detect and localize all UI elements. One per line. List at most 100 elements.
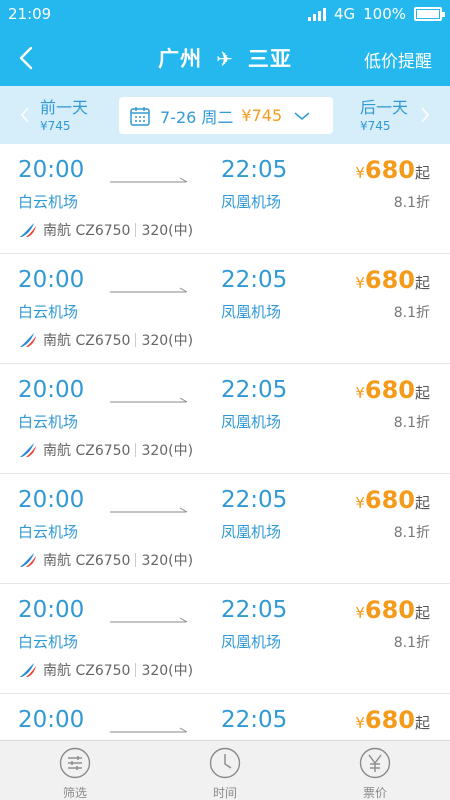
date-selector[interactable]: 7-26 周二 ¥745: [119, 97, 333, 134]
next-day-button[interactable]: 后一天 ¥745: [360, 94, 430, 133]
divider: [135, 663, 137, 677]
departure-airport: 白云机场: [18, 303, 79, 321]
price-suffix: 起: [414, 714, 430, 732]
calendar-icon: [130, 106, 150, 126]
price-amount: 680: [364, 596, 415, 624]
discount: 8.1折: [393, 635, 430, 651]
departure-airport: 白云机场: [18, 413, 79, 431]
bottom-tab-bar: 筛选 时间 票价: [0, 740, 450, 800]
price-amount: 680: [364, 706, 415, 734]
price-amount: 680: [364, 156, 415, 184]
prev-day-price: ¥745: [40, 119, 71, 133]
airline-flight-no: 南航 CZ6750: [43, 553, 131, 569]
price: ¥680起: [355, 486, 430, 514]
arrival-airport: 凤凰机场: [221, 193, 282, 211]
arrival-time: 22:05: [221, 597, 288, 623]
discount: 8.1折: [393, 525, 430, 541]
departure-time: 20:00: [18, 157, 85, 183]
arrival-airport: 凤凰机场: [221, 523, 282, 541]
flight-row[interactable]: 20:00 白云机场 22:05 凤凰机场 ¥680起 8.1折 南航 CZ67…: [0, 474, 450, 584]
flight-row[interactable]: 20:00 白云机场 22:05 凤凰机场 ¥680起 8.1折 南航 CZ67…: [0, 364, 450, 474]
arrival-time: 22:05: [221, 487, 288, 513]
airline-flight-no: 南航 CZ6750: [43, 663, 131, 679]
flight-row[interactable]: 20:00 白云机场 22:05 凤凰机场 ¥680起 8.1折 南航 CZ67…: [0, 584, 450, 694]
airline-logo-icon: [20, 663, 36, 677]
price-suffix: 起: [414, 384, 430, 402]
departure-time: 20:00: [18, 597, 85, 623]
departure-airport: 白云机场: [18, 193, 79, 211]
discount: 8.1折: [393, 415, 430, 431]
price-amount: 680: [364, 266, 415, 294]
currency-symbol: ¥: [355, 714, 365, 732]
arrival-airport: 凤凰机场: [221, 303, 282, 321]
flight-row[interactable]: 20:00 22:05 ¥680起: [0, 694, 450, 740]
network-type: 4G: [333, 5, 356, 23]
selected-date-price: ¥745: [241, 106, 283, 125]
aircraft-type: 320(中): [141, 663, 194, 679]
tab-time-label: 时间: [212, 786, 237, 800]
price-amount: 680: [364, 376, 415, 404]
selected-date: 7-26 周二: [160, 107, 234, 127]
airline-flight-no: 南航 CZ6750: [43, 333, 131, 349]
discount: 8.1折: [393, 305, 430, 321]
airline-info: 南航 CZ6750 320(中): [18, 330, 193, 350]
departure-time: 20:00: [18, 487, 85, 513]
tab-price[interactable]: 票价: [335, 747, 415, 800]
plane-icon: ✈: [216, 47, 234, 71]
flight-list[interactable]: 20:00 白云机场 22:05 凤凰机场 ¥680起 8.1折 南航 CZ67…: [0, 144, 450, 740]
price: ¥680起: [355, 156, 430, 184]
battery-percent: 100%: [363, 5, 406, 23]
price: ¥680起: [355, 376, 430, 404]
price-amount: 680: [364, 486, 415, 514]
departure-time: 20:00: [18, 707, 85, 733]
airline-info: 南航 CZ6750 320(中): [18, 440, 193, 460]
flight-row[interactable]: 20:00 白云机场 22:05 凤凰机场 ¥680起 8.1折 南航 CZ67…: [0, 254, 450, 364]
yen-icon: [359, 747, 391, 779]
origin-city: 广州: [158, 47, 203, 71]
prev-day-label: 前一天: [40, 98, 89, 117]
tab-filter-label: 筛选: [62, 786, 87, 800]
airline-logo-icon: [20, 443, 36, 457]
route-arrow-icon: [110, 507, 188, 513]
airline-logo-icon: [20, 333, 36, 347]
airline-flight-no: 南航 CZ6750: [43, 223, 131, 239]
tab-price-label: 票价: [362, 786, 387, 800]
status-indicators: 4G 100%: [307, 5, 445, 23]
chevron-left-icon: [20, 107, 29, 123]
arrival-time: 22:05: [221, 707, 288, 733]
arrival-airport: 凤凰机场: [221, 633, 282, 651]
route-arrow-icon: [110, 617, 188, 623]
aircraft-type: 320(中): [141, 443, 194, 459]
arrival-airport: 凤凰机场: [221, 413, 282, 431]
status-time: 21:09: [8, 5, 52, 23]
route-arrow-icon: [110, 727, 188, 733]
airline-flight-no: 南航 CZ6750: [43, 443, 131, 459]
departure-time: 20:00: [18, 377, 85, 403]
price-suffix: 起: [414, 494, 430, 512]
signal-icon: [307, 7, 326, 21]
tab-filter[interactable]: 筛选: [35, 747, 115, 800]
tab-time[interactable]: 时间: [185, 747, 265, 800]
chevron-down-icon: [294, 111, 310, 120]
departure-time: 20:00: [18, 267, 85, 293]
divider: [135, 333, 137, 347]
price: ¥680起: [355, 266, 430, 294]
route-arrow-icon: [110, 397, 188, 403]
flight-row[interactable]: 20:00 白云机场 22:05 凤凰机场 ¥680起 8.1折 南航 CZ67…: [0, 144, 450, 254]
arrival-time: 22:05: [221, 157, 288, 183]
price-alert-button[interactable]: 低价提醒: [364, 47, 432, 72]
divider: [135, 223, 137, 237]
clock-icon: [209, 747, 241, 779]
filter-icon: [59, 747, 91, 779]
airline-info: 南航 CZ6750 320(中): [18, 220, 193, 240]
price-suffix: 起: [414, 604, 430, 622]
battery-icon: [414, 7, 445, 21]
divider: [135, 443, 137, 457]
price-suffix: 起: [414, 164, 430, 182]
currency-symbol: ¥: [355, 164, 365, 182]
airline-logo-icon: [20, 553, 36, 567]
prev-day-button[interactable]: 前一天 ¥745: [20, 94, 88, 133]
divider: [135, 553, 137, 567]
departure-airport: 白云机场: [18, 633, 79, 651]
aircraft-type: 320(中): [141, 333, 194, 349]
